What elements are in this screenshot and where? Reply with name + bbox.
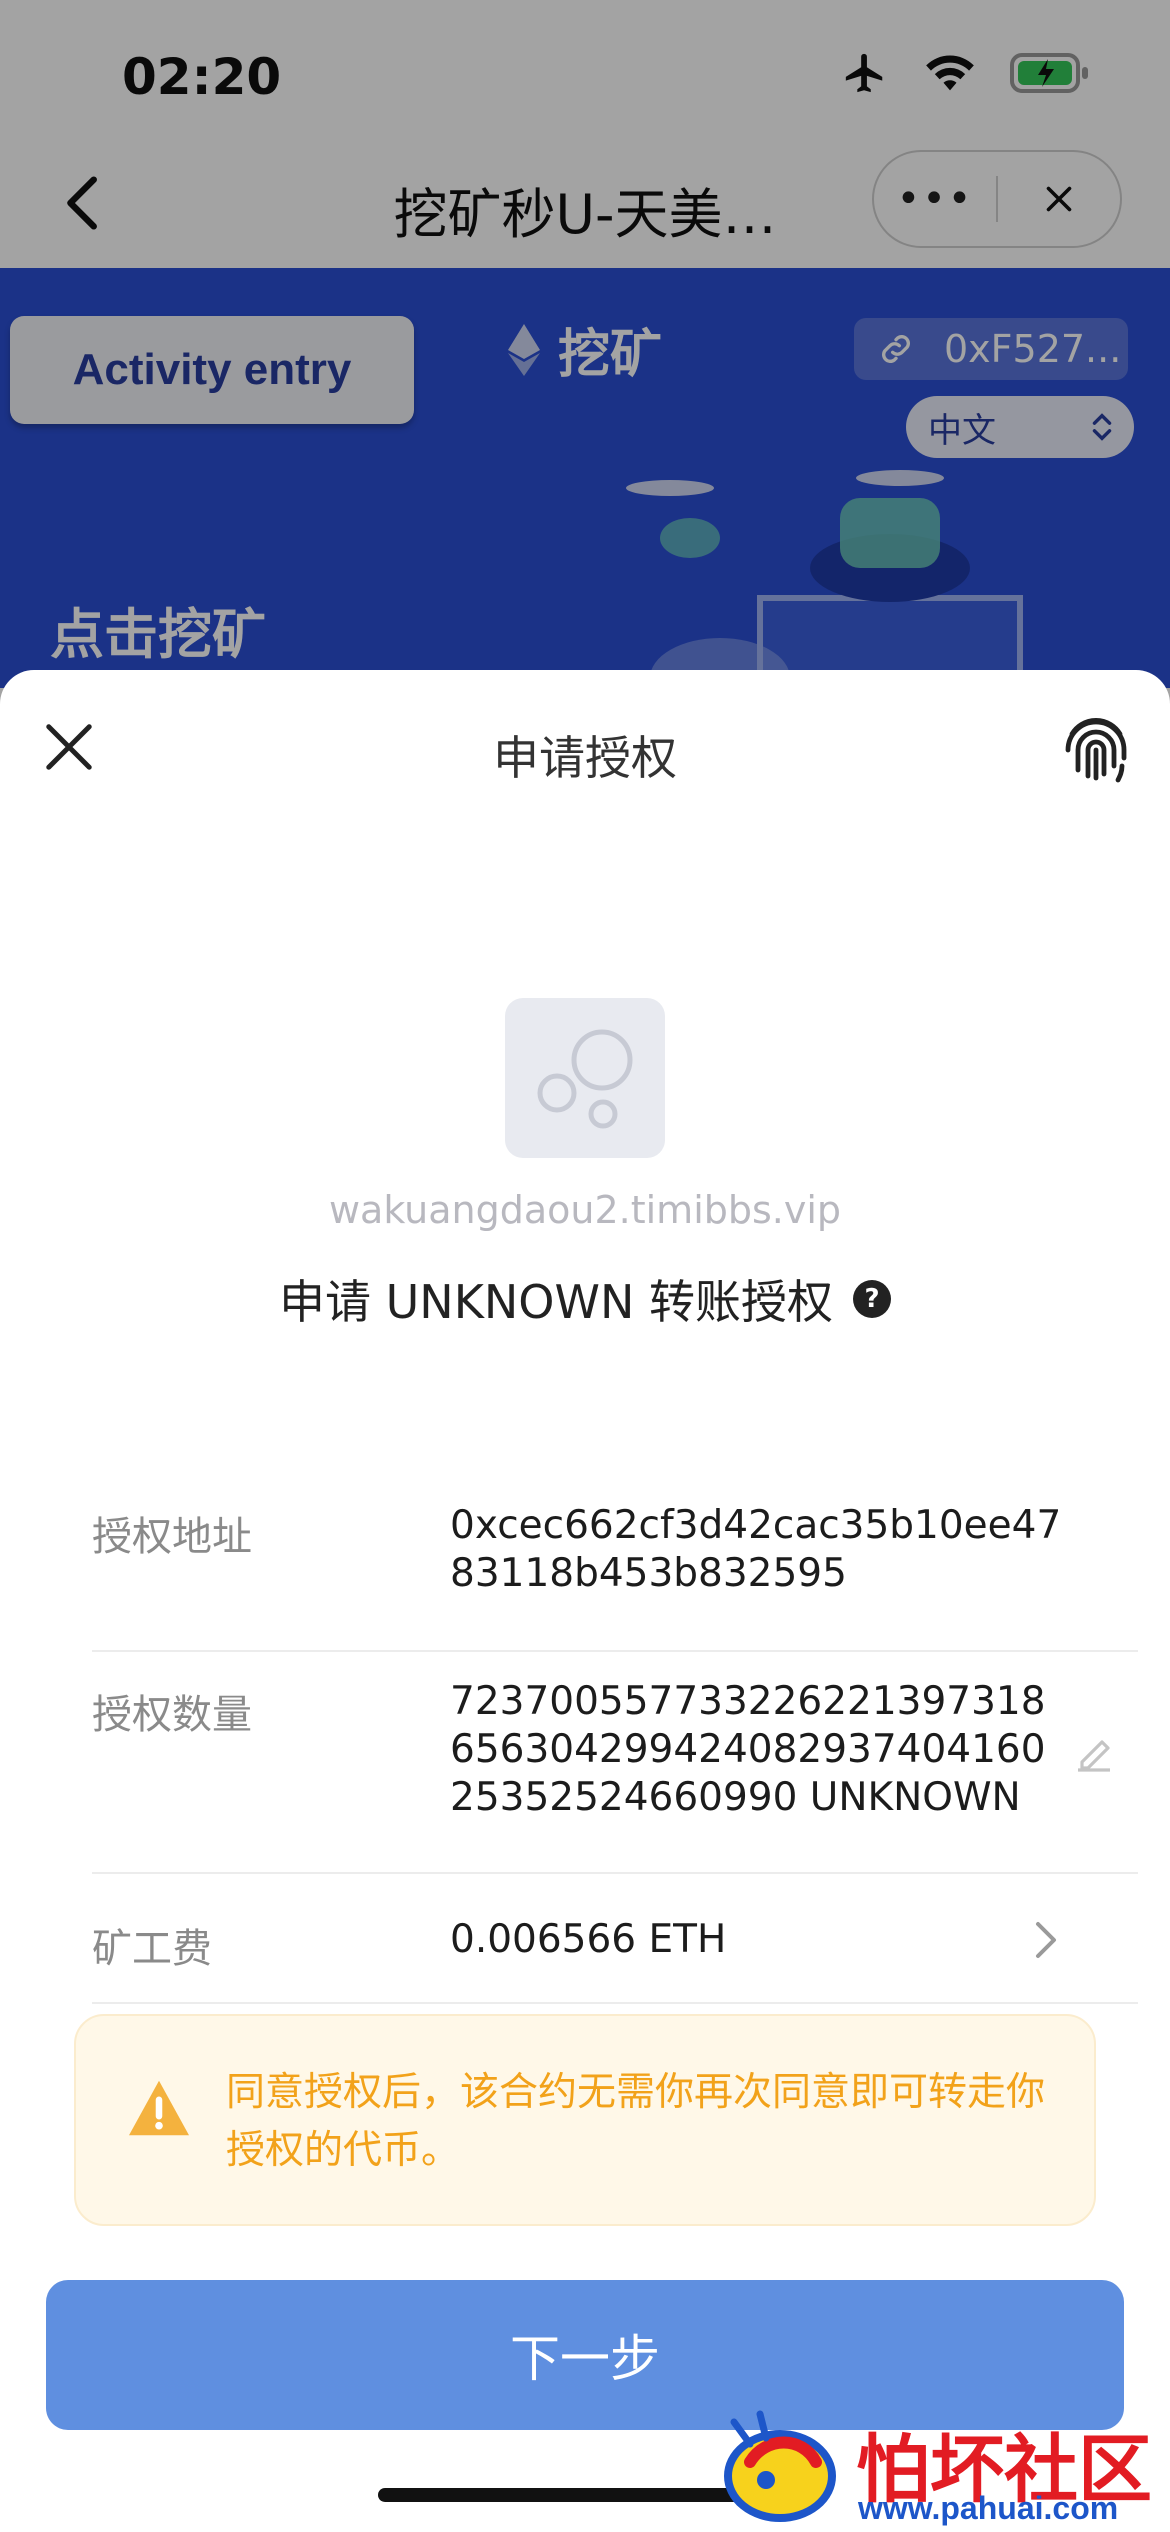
help-icon[interactable]: ? — [853, 1280, 891, 1318]
request-summary: 申请 UNKNOWN 转账授权 ? — [0, 1266, 1170, 1332]
dapp-domain: wakuangdaou2.timibbs.vip — [328, 1188, 842, 1232]
dapp-logo-icon — [537, 1029, 633, 1129]
authorized-amount-row: 授权数量 72370055773322622139731865630429942… — [92, 1652, 1138, 1874]
authorized-amount-value: 7237005577332262213973186563042994240829… — [450, 1679, 1046, 1820]
dapp-logo — [505, 998, 665, 1158]
warning-icon — [129, 2080, 189, 2136]
fingerprint-icon[interactable] — [1056, 706, 1136, 786]
watermark-logo — [724, 2410, 836, 2522]
row-label: 授权数量 — [92, 1692, 252, 1738]
sheet-title: 申请授权 — [493, 731, 677, 785]
miner-fee-value: 0.006566 ETH — [450, 1917, 727, 1962]
miner-fee-row[interactable]: 矿工费 0.006566 ETH — [92, 1874, 1138, 2004]
watermark-url: www.pahuai.com — [858, 2490, 1119, 2526]
authorized-address-value: 0xcec662cf3d42cac35b10ee4783118b453b8325… — [450, 1503, 1062, 1596]
authorized-address-row: 授权地址 0xcec662cf3d42cac35b10ee4783118b453… — [92, 1480, 1138, 1652]
warning-text: 同意授权后，该合约无需你再次同意即可转走你授权的代币。 — [226, 2070, 1046, 2173]
authorization-details: 授权地址 0xcec662cf3d42cac35b10ee4783118b453… — [92, 1480, 1138, 2004]
chevron-right-icon — [1036, 1922, 1056, 1958]
edit-icon[interactable] — [1070, 1730, 1118, 1778]
authorization-sheet: 申请授权 wakuangdaou2.timibbs.vip 申请 UNKNOWN… — [0, 670, 1170, 2532]
row-label: 矿工费 — [92, 1926, 212, 1972]
watermark: 怕坏社区 www.pahuai.com — [706, 2404, 1170, 2532]
warning-notice: 同意授权后，该合约无需你再次同意即可转走你授权的代币。 — [74, 2014, 1096, 2226]
request-text: 申请 UNKNOWN 转账授权 — [279, 1275, 833, 1329]
row-label: 授权地址 — [92, 1514, 252, 1560]
